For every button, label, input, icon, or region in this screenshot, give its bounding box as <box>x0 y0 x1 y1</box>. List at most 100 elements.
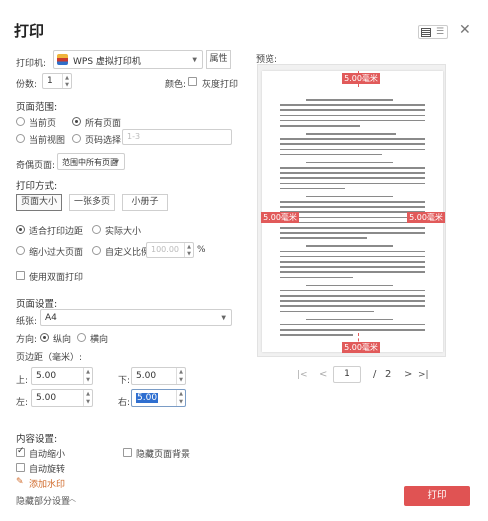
radio-shrink[interactable] <box>16 246 25 255</box>
paper-select[interactable]: A4 ▼ <box>40 309 232 326</box>
preview-text-line <box>280 271 425 273</box>
chevron-down-icon: ▼ <box>192 56 197 63</box>
preview-text-line <box>306 99 394 101</box>
chevron-up-icon[interactable]: ︿ <box>68 493 76 504</box>
chevron-down-icon: ▼ <box>221 314 226 321</box>
preview-text-line <box>280 211 425 213</box>
page-setup-title: 页面设置: <box>16 299 58 310</box>
preview-text-line <box>280 329 425 331</box>
copies-stepper[interactable]: 1 ▲ ▼ <box>42 73 72 89</box>
next-page-icon[interactable]: > <box>404 369 412 380</box>
margin-left-spin[interactable]: ▲ ▼ <box>83 390 92 406</box>
current-view-label: 当前视图 <box>29 136 66 146</box>
preview-text-line <box>280 237 367 239</box>
autofit-label: 自动缩小 <box>29 450 66 460</box>
preview-text-line <box>280 125 360 127</box>
hide-settings-link[interactable]: 隐藏部分设置 <box>16 494 70 507</box>
preview-text-line <box>280 201 425 203</box>
preview-text <box>280 93 425 336</box>
watermark-icon: ✎ <box>16 477 24 487</box>
hide-bg-label: 隐藏页面背景 <box>136 450 191 460</box>
last-page-icon[interactable]: >| <box>418 370 429 380</box>
printer-icon <box>57 54 68 65</box>
shrink-label: 缩小过大页面 <box>29 248 84 258</box>
printer-properties-button[interactable]: 属性 <box>206 50 231 69</box>
margin-top-stepper[interactable]: 5.00 ▲ ▼ <box>31 367 93 385</box>
preview-text-line <box>280 232 425 234</box>
page-view-icon[interactable] <box>421 28 431 37</box>
preview-area: 5.00毫米 5.00毫米 5.00毫米 5.00毫米 <box>257 64 446 357</box>
orientation-label: 方向: <box>16 335 38 345</box>
scale-stepper[interactable]: 100.00 ▲ ▼ <box>146 242 194 258</box>
margin-top-spin[interactable]: ▲ ▼ <box>83 368 92 384</box>
margin-right-spin[interactable]: ▲ ▼ <box>176 390 185 406</box>
copies-spin[interactable]: ▲ ▼ <box>62 74 71 88</box>
radio-current-page[interactable] <box>16 117 25 126</box>
preview-text-line <box>280 206 425 208</box>
margin-left-value: 5.00 <box>36 393 57 403</box>
preview-text-line <box>280 261 425 263</box>
fit-margin-label: 适合打印边距 <box>29 227 84 237</box>
preview-text-line <box>280 289 425 292</box>
copies-label: 份数: <box>16 80 38 90</box>
printer-value: WPS 虚拟打印机 <box>73 57 141 67</box>
close-icon[interactable]: ✕ <box>459 22 471 38</box>
preview-text-line <box>280 143 425 145</box>
tab-multi-page[interactable]: 一张多页 <box>69 194 115 211</box>
margin-bottom-stepper[interactable]: 5.00 ▲ ▼ <box>131 367 186 385</box>
page-total: 2 <box>385 369 392 380</box>
first-page-icon[interactable]: |< <box>297 370 308 380</box>
radio-current-view[interactable] <box>16 134 25 143</box>
copies-value: 1 <box>47 76 53 86</box>
tab-page-size[interactable]: 页面大小 <box>16 194 62 211</box>
duplex-checkbox[interactable] <box>16 271 25 280</box>
page-order-select[interactable]: 范围中所有页面 ▼ <box>57 153 125 170</box>
preview-text-line <box>280 148 425 151</box>
preview-text-line <box>280 300 425 302</box>
preview-text-line <box>306 133 396 135</box>
prev-page-icon[interactable]: < <box>319 369 327 380</box>
grayscale-checkbox[interactable] <box>188 77 197 86</box>
preview-text-line <box>280 177 425 179</box>
add-watermark-link[interactable]: 添加水印 <box>29 477 65 490</box>
chevron-down-icon: ▼ <box>114 158 119 165</box>
radio-custom-scale[interactable] <box>92 246 101 255</box>
preview-text-line <box>306 245 394 247</box>
radio-portrait[interactable] <box>40 333 49 342</box>
preview-text-line <box>280 295 425 297</box>
page-order-label: 奇偶页面: <box>16 161 56 171</box>
print-button[interactable]: 打印 <box>404 486 470 506</box>
radio-fit-margin[interactable] <box>16 225 25 234</box>
radio-actual-size[interactable] <box>92 225 101 234</box>
list-view-icon[interactable]: ☰ <box>436 27 444 37</box>
hide-bg-checkbox[interactable] <box>123 448 132 457</box>
content-settings-title: 内容设置: <box>16 434 58 445</box>
tab-booklet[interactable]: 小册子 <box>122 194 168 211</box>
autofit-checkbox[interactable] <box>16 446 25 457</box>
percent-label: % <box>197 245 206 255</box>
margin-bottom-spin[interactable]: ▲ ▼ <box>176 368 185 384</box>
preview-text-line <box>280 276 353 279</box>
preview-text-line <box>280 114 425 117</box>
preview-text-line <box>306 161 394 164</box>
margin-right-label: 右: <box>118 398 131 408</box>
radio-page-select[interactable] <box>72 134 81 143</box>
preview-text-line <box>280 323 425 326</box>
margin-right-stepper[interactable]: 5.00 ▲ ▼ <box>131 389 186 407</box>
margin-top-label: 上: <box>16 376 29 386</box>
margin-left-stepper[interactable]: 5.00 ▲ ▼ <box>31 389 93 407</box>
scale-spin[interactable]: ▲ ▼ <box>184 243 193 257</box>
preview-text-line <box>280 334 353 336</box>
dialog-title: 打印 <box>14 22 45 40</box>
printer-select[interactable]: WPS 虚拟打印机 ▼ <box>53 50 203 69</box>
auto-rotate-checkbox[interactable] <box>16 463 25 472</box>
margin-left-label: 左: <box>16 398 29 408</box>
page-number-input[interactable]: 1 <box>333 366 361 383</box>
radio-landscape[interactable] <box>77 333 86 342</box>
radio-all-pages[interactable] <box>72 117 81 126</box>
preview-text-line <box>280 266 425 268</box>
margin-tag-left: 5.00毫米 <box>261 212 299 223</box>
color-label: 颜色: <box>165 80 187 90</box>
page-select-input[interactable]: 1-3 <box>122 129 232 145</box>
margin-tag-bottom: 5.00毫米 <box>342 342 380 353</box>
